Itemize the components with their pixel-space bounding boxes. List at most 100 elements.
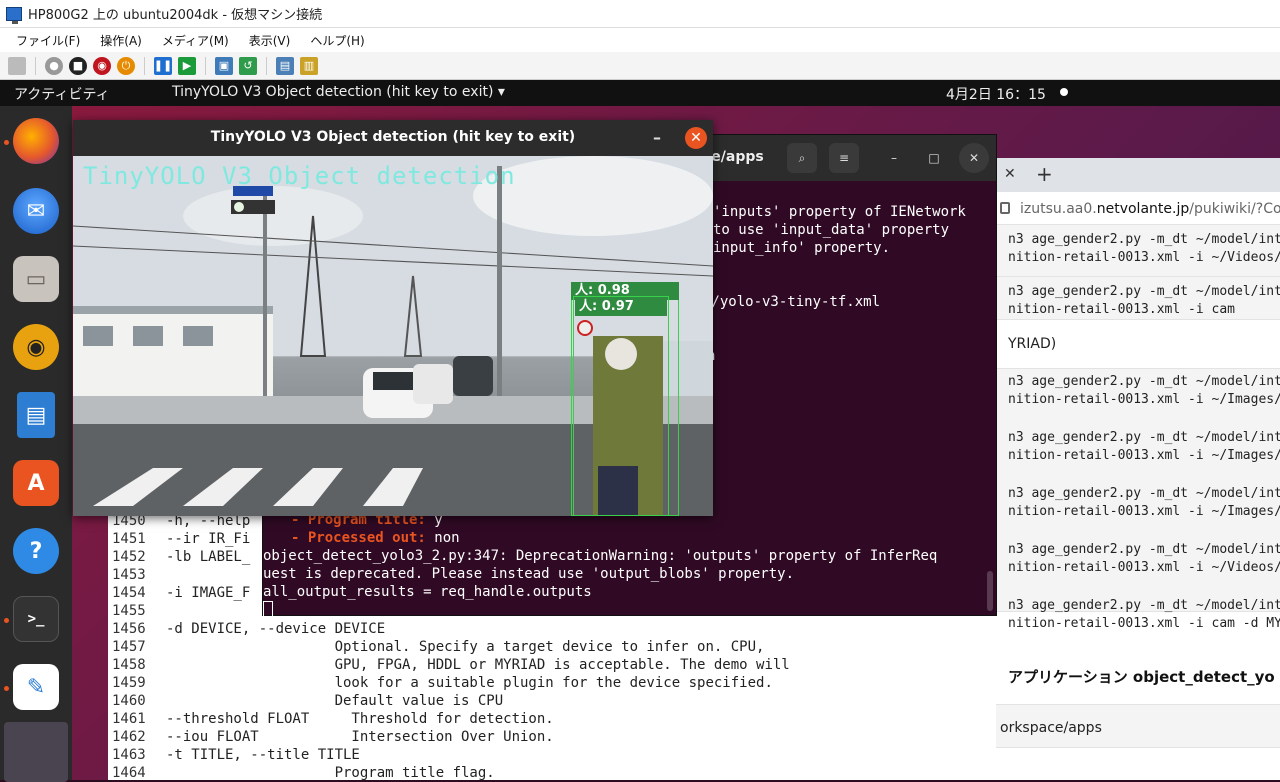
vm-titlebar: HP800G2 上の ubuntu2004dk - 仮想マシン接続 xyxy=(0,0,1280,28)
thunderbird-icon[interactable]: ✉ xyxy=(13,188,59,234)
help-icon[interactable]: ? xyxy=(13,528,59,574)
document-line: 1458 GPU, FPGA, HDDL or MYRIAD is accept… xyxy=(108,656,790,674)
terminal-scrollbar[interactable] xyxy=(987,571,993,611)
app-menu[interactable]: TinyYOLO V3 Object detection (hit key to… xyxy=(172,84,505,100)
share-icon[interactable]: ▥ xyxy=(300,56,318,75)
menu-action[interactable]: 操作(A) xyxy=(100,32,142,49)
ctrl-alt-del-icon[interactable] xyxy=(8,56,26,75)
close-icon[interactable]: ✕ xyxy=(685,127,707,149)
warning-line: object_detect_yolo3_2.py:347: Deprecatio… xyxy=(263,548,938,564)
line-text: -t TITLE, --title TITLE xyxy=(166,747,360,763)
activities-button[interactable]: アクティビティ xyxy=(14,84,110,104)
pause-icon[interactable]: ❚❚ xyxy=(154,56,172,75)
line-text: -lb LABEL_ xyxy=(166,549,251,565)
line-number: 1453 xyxy=(112,567,146,583)
gnome-top-bar: アクティビティ TinyYOLO V3 Object detection (hi… xyxy=(0,80,1280,106)
toolbar-divider xyxy=(266,56,267,75)
resume-icon[interactable]: ▶ xyxy=(178,56,196,75)
running-indicator xyxy=(4,140,9,145)
notification-dot-icon xyxy=(1060,88,1068,96)
caret-down-icon: ▾ xyxy=(497,84,505,100)
menu-view[interactable]: 表示(V) xyxy=(249,32,291,49)
terminal-icon[interactable]: >_ xyxy=(13,596,59,642)
power-icon[interactable]: ⏻ xyxy=(117,56,135,75)
code-line: nition-retail-0013.xml -i ~/Videos/vid xyxy=(1008,250,1280,265)
green-light xyxy=(234,202,244,212)
text-editor-icon[interactable]: ✎ xyxy=(13,664,59,710)
document-line: 1457 Optional. Specify a target device t… xyxy=(108,638,764,656)
line-number: 1464 xyxy=(112,765,146,781)
line-number: 1455 xyxy=(112,603,146,619)
search-icon[interactable]: ⌕ xyxy=(787,143,817,173)
section-text: YRIAD) xyxy=(1008,336,1057,352)
rhythmbox-icon[interactable]: ◉ xyxy=(13,324,59,370)
enhanced-session-icon[interactable]: ▤ xyxy=(276,56,294,75)
code-line: nition-retail-0013.xml -i ~/Images/pho xyxy=(1008,504,1280,519)
document-line: 1455 xyxy=(108,602,166,620)
code-line: n3 age_gender2.py -m_dt ~/model/intel/ xyxy=(1008,542,1280,557)
shutdown-icon[interactable]: ◉ xyxy=(93,56,111,75)
building-roof xyxy=(73,306,273,314)
url-suffix: /pukiwiki/?Co xyxy=(1189,201,1280,217)
minimize-icon[interactable]: – xyxy=(879,143,909,173)
maximize-icon[interactable]: □ xyxy=(919,143,949,173)
line-text: Optional. Specify a target device to inf… xyxy=(166,639,765,655)
car xyxy=(413,364,453,404)
running-indicator xyxy=(4,618,9,623)
start-icon[interactable]: ● xyxy=(45,56,63,75)
line-text: --ir IR_Fi xyxy=(166,531,251,547)
line-text: look for a suitable plugin for the devic… xyxy=(166,675,773,691)
menu-help[interactable]: ヘルプ(H) xyxy=(310,32,364,49)
vm-monitor-icon xyxy=(6,6,22,24)
line-number: 1463 xyxy=(112,747,146,763)
software-icon[interactable]: A xyxy=(13,460,59,506)
line-text: Program title flag. xyxy=(166,765,495,781)
turn-off-icon[interactable]: ■ xyxy=(69,56,87,75)
code-line: n3 age_gender2.py -m_dt ~/model/intel/ xyxy=(1008,598,1280,613)
close-icon[interactable]: ✕ xyxy=(959,143,989,173)
document-line: 1464 Program title flag. xyxy=(108,764,495,782)
minimize-icon[interactable]: – xyxy=(653,128,661,147)
revert-icon[interactable]: ↺ xyxy=(239,56,257,75)
code-line: nition-retail-0013.xml -i ~/Videos/vid xyxy=(1008,560,1280,575)
new-tab-button[interactable]: + xyxy=(1036,162,1053,186)
pole xyxy=(263,186,267,416)
close-tab-icon[interactable]: ✕ xyxy=(1004,166,1016,182)
line-text: --threshold FLOAT Threshold for detectio… xyxy=(166,711,554,727)
detection-window-header: TinyYOLO V3 Object detection (hit key to… xyxy=(73,120,713,156)
menu-icon[interactable]: ≡ xyxy=(829,143,859,173)
document-line: 1460 Default value is CPU xyxy=(108,692,503,710)
vm-toolbar: ● ■ ◉ ⏻ ❚❚ ▶ ▣ ↺ ▤ ▥ xyxy=(0,52,1280,80)
files-icon[interactable]: ▭ xyxy=(13,256,59,302)
processed-out-label: - Processed out: xyxy=(291,530,426,546)
clock[interactable]: 4月2日 16：15 xyxy=(946,84,1046,104)
url-bar[interactable]: izutsu.aa0.netvolante.jp/pukiwiki/?Co xyxy=(996,192,1280,228)
line-number: 1457 xyxy=(112,639,146,655)
section-heading: アプリケーション object_detect_yo xyxy=(1008,668,1275,686)
writer-icon[interactable]: ▤ xyxy=(17,392,55,438)
line-number: 1454 xyxy=(112,585,146,601)
code-line: n3 age_gender2.py -m_dt ~/model/intel/ xyxy=(1008,374,1280,389)
line-number: 1460 xyxy=(112,693,146,709)
apps-grid-icon[interactable] xyxy=(4,722,68,782)
terminal-line: to use 'input_data' property xyxy=(713,222,950,238)
terminal-cursor xyxy=(263,601,273,619)
terminal-line: 2/yolo-v3-tiny-tf.xml xyxy=(703,294,881,310)
vm-menubar: ファイル(F) 操作(A) メディア(M) 表示(V) ヘルプ(H) xyxy=(0,28,1280,52)
menu-file[interactable]: ファイル(F) xyxy=(16,32,80,49)
warning-line: all_output_results = req_handle.outputs xyxy=(263,584,592,600)
terminal-line: input_info' property. xyxy=(713,240,891,256)
checkpoint-icon[interactable]: ▣ xyxy=(215,56,233,75)
line-text: -i IMAGE_F xyxy=(166,585,251,601)
line-number: 1458 xyxy=(112,657,146,673)
running-indicator xyxy=(4,686,9,691)
toolbar-divider xyxy=(144,56,145,75)
menu-media[interactable]: メディア(M) xyxy=(162,32,229,49)
camera-frame: TinyYOLO V3 Object detection 人: 0.98 人: … xyxy=(73,156,713,516)
detection-window-title: TinyYOLO V3 Object detection (hit key to… xyxy=(210,129,576,145)
line-text: Default value is CPU xyxy=(166,693,504,709)
app-menu-label: TinyYOLO V3 Object detection (hit key to… xyxy=(172,84,494,100)
processed-out-value: non xyxy=(434,530,460,546)
building-window xyxy=(133,326,163,346)
firefox-icon[interactable] xyxy=(13,118,59,164)
